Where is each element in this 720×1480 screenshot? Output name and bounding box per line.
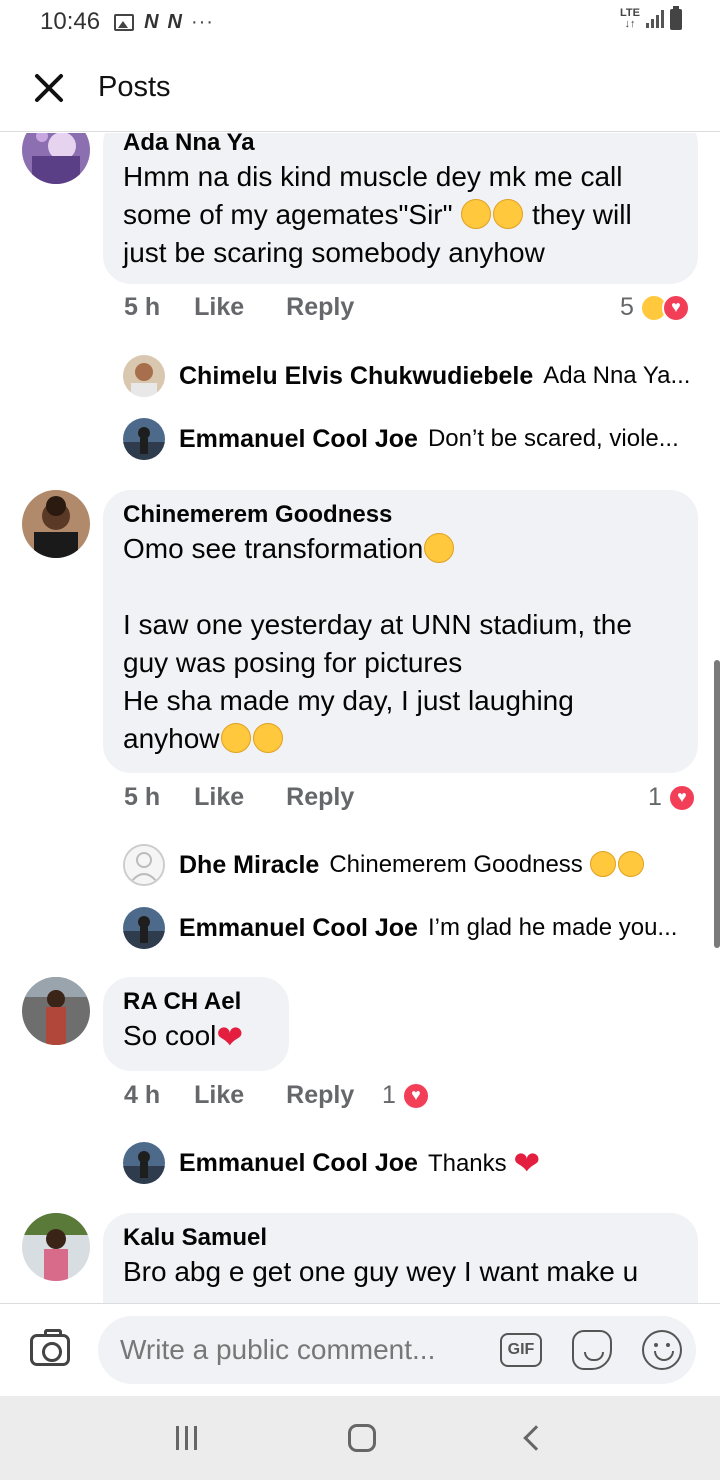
weary-emoji-icon: [493, 199, 524, 229]
comment-time: 4 h: [124, 1081, 161, 1109]
camera-icon[interactable]: [30, 1329, 70, 1366]
love-reaction-icon: ♥: [661, 293, 690, 322]
gallery-notification-icon: [114, 13, 135, 31]
comment-text: Hmm na dis kind muscle dey mk me call so…: [123, 161, 632, 268]
avatar: [123, 355, 165, 397]
avatar: [123, 1142, 165, 1184]
comment-time: 5 h: [124, 293, 161, 321]
header-bar: Posts: [0, 44, 720, 132]
red-heart-emoji-icon: ❤: [216, 1019, 244, 1055]
comment-bubble[interactable]: Kalu Samuel Bro abg e get one guy wey I …: [103, 1213, 698, 1303]
sticker-icon[interactable]: [572, 1330, 612, 1370]
reply-button[interactable]: Reply: [286, 293, 354, 322]
comment-author[interactable]: Kalu Samuel: [123, 1223, 678, 1253]
reaction-summary[interactable]: 5 ♥: [620, 293, 690, 322]
gif-icon[interactable]: GIF: [500, 1333, 542, 1367]
reply-author: Dhe Miracle: [179, 850, 320, 879]
comment-actions: 5 h Like Reply: [124, 293, 354, 322]
reaction-count: 1: [382, 1081, 396, 1109]
n-notification-icon: N: [144, 10, 158, 33]
comment-author[interactable]: Ada Nna Ya: [123, 133, 678, 158]
comment-time: 5 h: [124, 783, 161, 811]
weary-emoji-icon: [461, 199, 492, 229]
reply-text: Don’t be scared, viole...: [427, 425, 679, 452]
reply-preview[interactable]: Emmanuel Cool Joe Thanks ❤: [123, 1142, 540, 1184]
comment-author[interactable]: Chinemerem Goodness: [123, 500, 678, 530]
tears-of-joy-emoji-icon: [590, 851, 617, 877]
love-reaction-icon: ♥: [667, 783, 696, 812]
comment-actions: 5 h Like Reply: [124, 783, 354, 812]
reaction-summary[interactable]: 1 ♥: [648, 783, 696, 812]
avatar[interactable]: [22, 1213, 90, 1281]
status-bar: 10:46 N N ··· LTE ↓↑: [0, 0, 720, 44]
avatar[interactable]: [22, 133, 90, 184]
comment-bubble[interactable]: Ada Nna Ya Hmm na dis kind muscle dey mk…: [103, 133, 698, 284]
reply-author: Chimelu Elvis Chukwudiebele: [179, 361, 534, 390]
tears-of-joy-emoji-icon: [220, 723, 251, 753]
comment-author[interactable]: RA CH Ael: [123, 987, 269, 1017]
reaction-summary[interactable]: 1 ♥: [382, 1081, 430, 1110]
reply-text: Thanks ❤: [427, 1145, 541, 1181]
status-right-icons: LTE ↓↑: [620, 5, 682, 30]
reply-author: Emmanuel Cool Joe: [179, 913, 418, 942]
more-notifications-icon: ···: [190, 10, 214, 33]
avatar: [123, 418, 165, 460]
avatar: [123, 907, 165, 949]
avatar: [123, 844, 165, 886]
signal-icon: [646, 10, 664, 28]
avatar[interactable]: [22, 490, 90, 558]
reply-author: Emmanuel Cool Joe: [179, 1148, 418, 1177]
reply-button[interactable]: Reply: [286, 1081, 354, 1110]
reply-text: Ada Nna Ya...: [543, 362, 691, 389]
comment-text: Omo see transformation: [123, 530, 678, 568]
comment-input[interactable]: [120, 1334, 470, 1366]
comment-text: Bro abg e get one guy wey I want make u: [123, 1256, 639, 1287]
comment-composer: GIF: [0, 1303, 720, 1396]
lte-icon: LTE ↓↑: [620, 7, 640, 30]
love-reaction-icon: ♥: [401, 1081, 430, 1110]
n-notification-icon-2: N: [167, 10, 182, 33]
reply-text: Chinemerem Goodness: [329, 851, 645, 879]
recents-icon[interactable]: [175, 1426, 197, 1450]
like-button[interactable]: Like: [194, 293, 244, 322]
close-button[interactable]: [32, 71, 66, 105]
system-nav-bar: [0, 1396, 720, 1480]
emoji-icon[interactable]: [642, 1330, 682, 1370]
status-left-icons: N N ···: [114, 11, 214, 34]
heart-eyes-emoji-icon: [424, 533, 455, 563]
comment-box[interactable]: GIF: [98, 1316, 696, 1384]
home-icon[interactable]: [347, 1424, 376, 1452]
reply-preview[interactable]: Emmanuel Cool Joe Don’t be scared, viole…: [123, 418, 679, 460]
scrollbar[interactable]: [714, 660, 720, 948]
like-button[interactable]: Like: [194, 1081, 244, 1110]
comment-text: So cool❤: [123, 1019, 244, 1055]
tears-of-joy-emoji-icon: [252, 723, 283, 753]
comment-text-body: I saw one yesterday at UNN stadium, the …: [123, 609, 632, 754]
comment-bubble[interactable]: RA CH Ael So cool❤: [103, 977, 289, 1071]
back-icon[interactable]: [522, 1425, 549, 1451]
reply-preview[interactable]: Emmanuel Cool Joe I’m glad he made you..…: [123, 907, 677, 949]
status-time: 10:46: [40, 8, 101, 35]
comment-actions: 4 h Like Reply: [124, 1081, 388, 1110]
red-heart-emoji-icon: ❤: [513, 1145, 541, 1181]
tears-of-joy-emoji-icon: [618, 851, 645, 877]
avatar[interactable]: [22, 977, 90, 1045]
reply-preview[interactable]: Chimelu Elvis Chukwudiebele Ada Nna Ya..…: [123, 355, 690, 397]
reply-preview[interactable]: Dhe Miracle Chinemerem Goodness: [123, 844, 645, 886]
reply-author: Emmanuel Cool Joe: [179, 424, 418, 453]
comment-bubble[interactable]: Chinemerem Goodness Omo see transformati…: [103, 490, 698, 773]
reaction-count: 1: [648, 783, 662, 811]
battery-icon: [670, 5, 682, 30]
like-button[interactable]: Like: [194, 783, 244, 812]
reply-text: I’m glad he made you...: [427, 914, 678, 941]
comments-feed[interactable]: Ada Nna Ya Hmm na dis kind muscle dey mk…: [0, 133, 720, 1303]
page-title: Posts: [98, 71, 171, 103]
reaction-count: 5: [620, 293, 634, 321]
reply-button[interactable]: Reply: [286, 783, 354, 812]
